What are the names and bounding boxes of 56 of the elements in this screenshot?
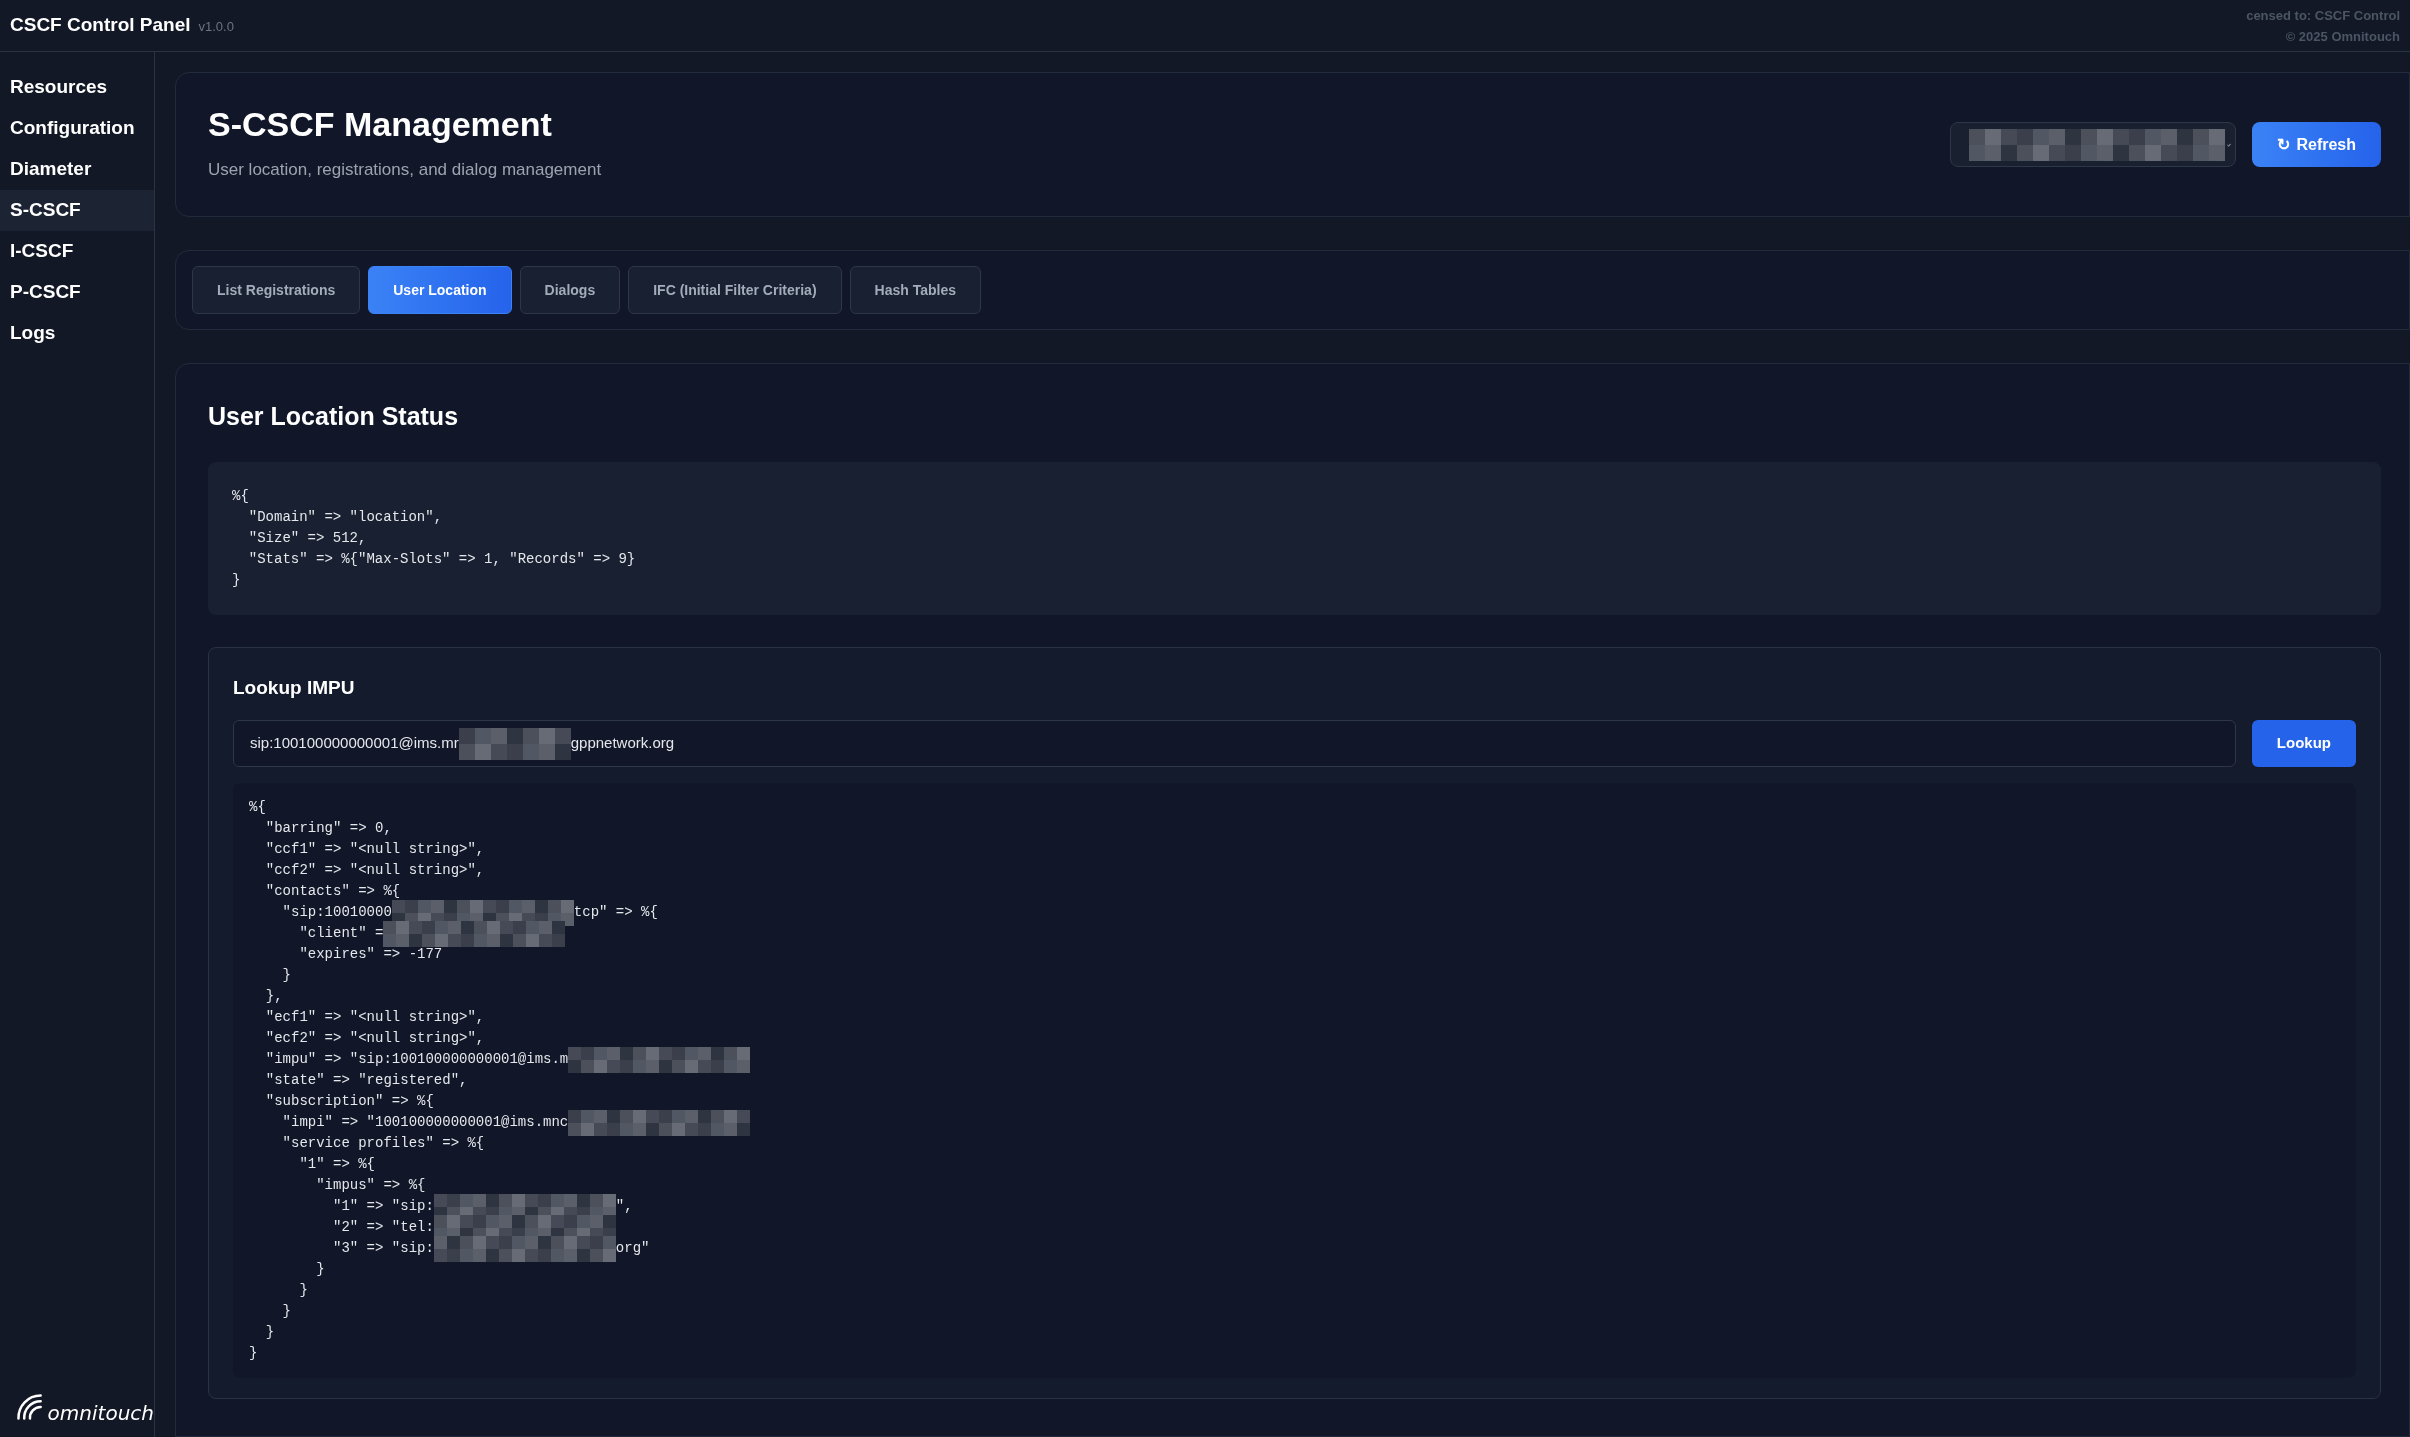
tab[interactable]: IFC (Initial Filter Criteria): [628, 266, 842, 314]
sidebar-item[interactable]: Diameter: [0, 149, 154, 190]
section-title: User Location Status: [208, 401, 460, 432]
code-line: "1" => %{: [298, 1155, 376, 1174]
code-line: "1" => "sip:: [332, 1197, 434, 1216]
sidebar-item[interactable]: I-CSCF: [0, 231, 154, 272]
code-line: }: [281, 966, 291, 985]
impu-input-field[interactable]: sip:100100000000001@ims.mr gppnetwork.org: [233, 720, 2236, 767]
sidebar-item[interactable]: Logs: [0, 313, 154, 354]
code-line: "3" => "sip:: [332, 1239, 434, 1258]
lookup-button[interactable]: Lookup: [2251, 720, 2356, 767]
code-line: }: [281, 1302, 291, 1321]
code-line: "2" => "tel:: [332, 1218, 434, 1237]
host-select[interactable]: [1950, 122, 2237, 167]
code-line: "state" => "registered",: [264, 1071, 468, 1090]
code-line: "ccf2" => "<null string>",: [264, 861, 485, 880]
sidebar-item[interactable]: S-CSCF: [0, 190, 154, 231]
code-line: org": [615, 1239, 650, 1258]
status-code-block: %{ "Domain" => "location", "Size" => 512, "Stats" => %{"Max-Slots" => 1, "Records" => 9} }: [208, 461, 2381, 615]
code-line: "ecf2" => "<null string>",: [264, 1029, 485, 1048]
code-line: "sip:10010000: [281, 903, 392, 922]
code-line: "client" =: [298, 924, 384, 943]
tab[interactable]: User Location: [368, 266, 512, 314]
code-line: ",: [615, 1197, 633, 1216]
page-subtitle: User location, registrations, and dialog management: [208, 158, 602, 181]
code-line: "impus" => %{: [315, 1176, 426, 1195]
sidebar-item[interactable]: P-CSCF: [0, 272, 154, 313]
code-line: "impi" => "100100000000001@ims.mnc: [281, 1113, 569, 1132]
app-title: CSCF Control Panel: [10, 13, 191, 38]
refresh-button[interactable]: ↻ Refresh: [2252, 122, 2381, 167]
code-line: }: [298, 1281, 308, 1300]
code-line: "contacts" => %{: [264, 882, 401, 901]
page-title: S-CSCF Management: [208, 106, 553, 141]
code-line: "impu" => "sip:100100000000001@ims.m: [264, 1050, 569, 1069]
lookup-title: Lookup IMPU: [233, 675, 356, 700]
version-label: v1.0.0: [198, 18, 234, 37]
omnitouch-logo: omnitouch: [0, 1389, 154, 1425]
code-line: "ecf1" => "<null string>",: [264, 1008, 485, 1027]
code-line: "subscription" => %{: [264, 1092, 434, 1111]
tab[interactable]: Hash Tables: [849, 266, 981, 314]
code-line: "expires" => -177: [298, 945, 443, 964]
sidebar-item[interactable]: Resources: [0, 67, 154, 108]
tab[interactable]: Dialogs: [519, 266, 621, 314]
license-text: censed to: CSCF Control: [2246, 6, 2400, 25]
code-line: "service profiles" => %{: [281, 1134, 485, 1153]
copyright-text: © 2025 Omnitouch: [2285, 27, 2400, 46]
code-line: "barring" => 0,: [264, 819, 392, 838]
code-line: %{: [249, 798, 266, 817]
code-line: }: [264, 1323, 275, 1342]
code-line: tcp" => %{: [573, 903, 658, 922]
code-line: }: [315, 1260, 325, 1279]
code-line: }: [249, 1344, 258, 1363]
code-line: },: [264, 987, 283, 1006]
tab[interactable]: List Registrations: [192, 266, 361, 314]
sidebar-item[interactable]: Configuration: [0, 108, 154, 149]
code-line: "ccf1" => "<null string>",: [264, 840, 485, 859]
